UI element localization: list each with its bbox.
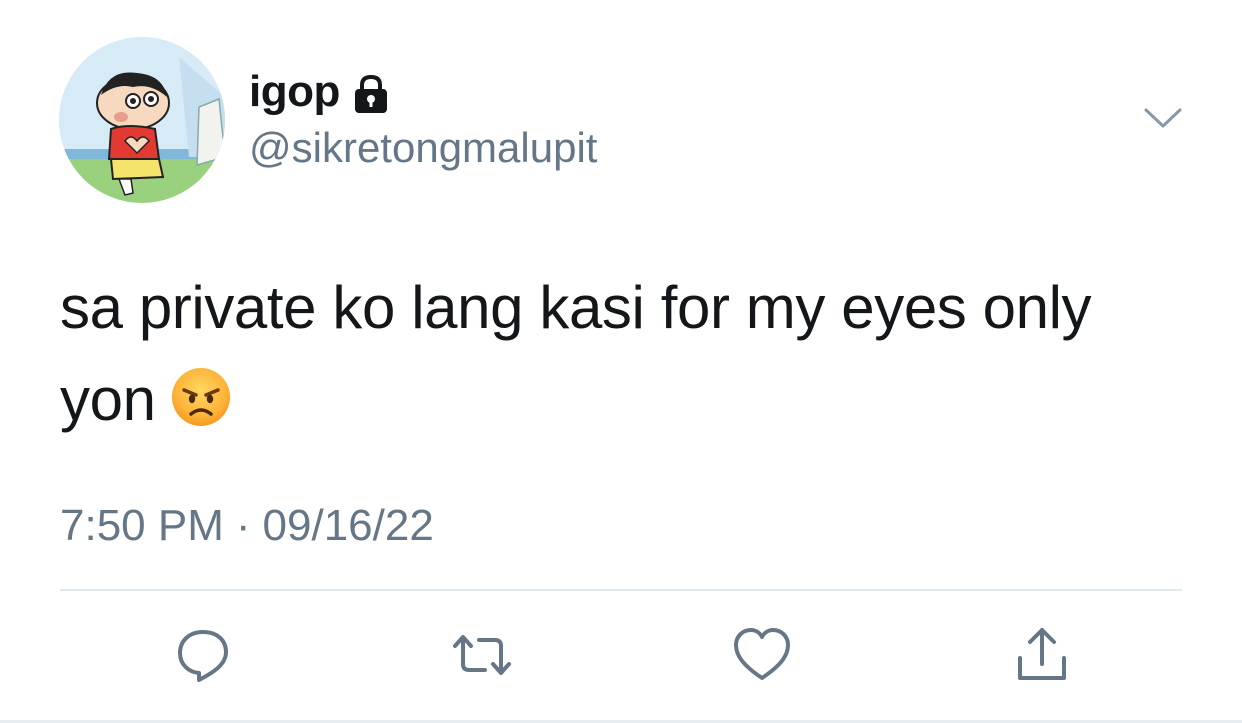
divider [60,589,1182,591]
angry-face-emoji-icon [170,362,232,426]
share-icon [1018,628,1066,680]
user-handle[interactable]: @sikretongmalupit [249,124,597,172]
action-bar [0,620,1242,690]
reply-icon [178,630,228,682]
avatar[interactable] [59,37,225,203]
reply-button[interactable] [168,620,238,690]
like-button[interactable] [727,620,797,690]
retweet-button[interactable] [447,620,517,690]
display-name[interactable]: igop [249,68,340,116]
tweet-timestamp[interactable]: 7:50 PM · 09/16/22 [60,500,434,552]
timestamp-separator: · [235,501,251,550]
tweet-text: sa private ko lang kasi for my eyes only… [60,262,1200,446]
chevron-down-icon[interactable] [1142,102,1184,132]
tweet-date: 09/16/22 [262,501,434,550]
lock-icon [352,74,390,114]
tweet-time: 7:50 PM [60,501,224,550]
retweet-icon [453,635,511,675]
tweet-card: igop @sikretongmalupit sa private ko lan… [0,0,1242,723]
user-name-row: igop [249,68,390,116]
heart-icon [734,628,790,680]
share-button[interactable] [1007,620,1077,690]
cartoon-avatar-icon [59,37,225,203]
